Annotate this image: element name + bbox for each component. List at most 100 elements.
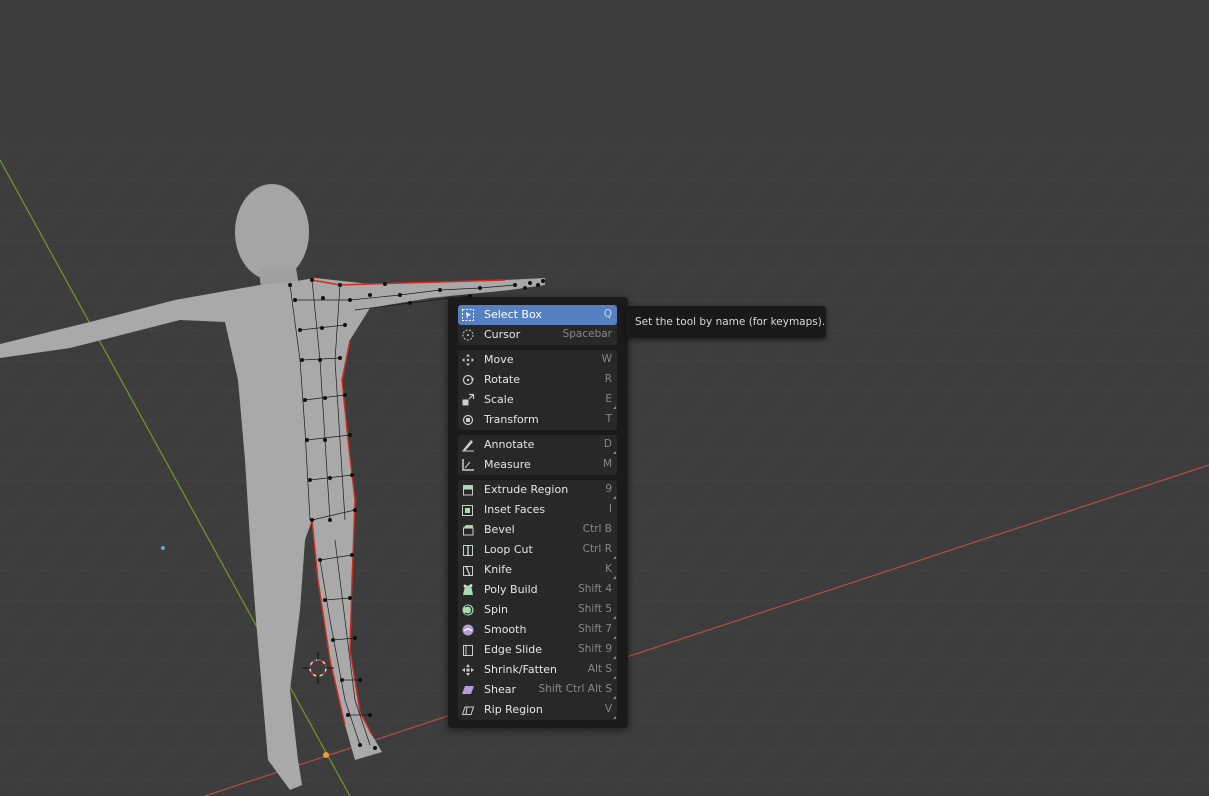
menu-item-transform[interactable]: Transform T xyxy=(458,410,617,430)
knife-icon xyxy=(461,563,475,577)
menu-item-cursor[interactable]: Cursor Spacebar xyxy=(458,325,617,345)
scale-icon xyxy=(461,393,475,407)
shortcut-label: K xyxy=(605,563,612,575)
menu-item-label: Shrink/Fatten xyxy=(484,663,558,676)
submenu-corner-icon xyxy=(613,716,616,719)
menu-item-bevel[interactable]: Bevel Ctrl B xyxy=(458,520,617,540)
menu-item-label: Smooth xyxy=(484,623,527,636)
shortcut-label: Q xyxy=(603,308,612,320)
menu-item-rip-region[interactable]: Rip Region V xyxy=(458,700,617,720)
menu-item-label: Cursor xyxy=(484,328,521,341)
menu-item-label: Move xyxy=(484,353,514,366)
tooltip: Set the tool by name (for keymaps). xyxy=(626,306,826,338)
menu-item-label: Bevel xyxy=(484,523,515,536)
shortcut-label: E xyxy=(605,393,612,405)
shortcut-label: T xyxy=(605,413,612,425)
select-box-icon xyxy=(461,308,475,322)
shortcut-label: Alt S xyxy=(587,663,612,675)
menu-item-shrink-fatten[interactable]: Shrink/Fatten Alt S xyxy=(458,660,617,680)
edge-slide-icon xyxy=(461,643,475,657)
menu-item-label: Scale xyxy=(484,393,514,406)
rip-region-icon xyxy=(461,703,475,717)
menu-item-scale[interactable]: Scale E xyxy=(458,390,617,410)
shortcut-label: M xyxy=(602,458,612,470)
menu-item-label: Transform xyxy=(484,413,539,426)
extrude-region-icon xyxy=(461,483,475,497)
cursor-icon xyxy=(461,328,475,342)
character-head xyxy=(235,184,309,280)
submenu-corner-icon xyxy=(613,451,616,454)
menu-item-label: Rotate xyxy=(484,373,521,386)
shrink-fatten-icon xyxy=(461,663,475,677)
submenu-corner-icon xyxy=(613,676,616,679)
poly-build-icon xyxy=(461,583,475,597)
shortcut-label: I xyxy=(608,503,612,515)
shortcut-label: Shift 7 xyxy=(578,623,612,635)
menu-item-rotate[interactable]: Rotate R xyxy=(458,370,617,390)
tool-menu: Select Box Q Cursor Spacebar Move W Rota… xyxy=(448,297,628,728)
shear-icon xyxy=(461,683,475,697)
submenu-corner-icon xyxy=(613,406,616,409)
menu-item-label: Rip Region xyxy=(484,703,543,716)
menu-item-label: Loop Cut xyxy=(484,543,533,556)
shortcut-label: Ctrl B xyxy=(582,523,612,535)
shortcut-label: 9 xyxy=(605,483,612,495)
shortcut-label: R xyxy=(604,373,612,385)
menu-item-label: Knife xyxy=(484,563,512,576)
shortcut-label: V xyxy=(604,703,612,715)
spin-icon xyxy=(461,603,475,617)
shortcut-label: Shift 4 xyxy=(578,583,612,595)
menu-item-label: Annotate xyxy=(484,438,535,451)
menu-item-label: Measure xyxy=(484,458,531,471)
shortcut-label: Spacebar xyxy=(562,328,612,340)
submenu-corner-icon xyxy=(613,636,616,639)
shortcut-label: W xyxy=(601,353,612,365)
shortcut-label: Shift Ctrl Alt S xyxy=(538,683,612,695)
menu-item-label: Shear xyxy=(484,683,516,696)
shortcut-label: Shift 5 xyxy=(578,603,612,615)
menu-item-loop-cut[interactable]: Loop Cut Ctrl R xyxy=(458,540,617,560)
smooth-icon xyxy=(461,623,475,637)
transform-icon xyxy=(461,413,475,427)
menu-item-extrude-region[interactable]: Extrude Region 9 xyxy=(458,480,617,500)
menu-item-label: Edge Slide xyxy=(484,643,543,656)
loop-cut-icon xyxy=(461,543,475,557)
menu-item-label: Inset Faces xyxy=(484,503,546,516)
shortcut-label: D xyxy=(603,438,612,450)
menu-group-select: Select Box Q Cursor Spacebar xyxy=(458,305,617,345)
menu-item-edge-slide[interactable]: Edge Slide Shift 9 xyxy=(458,640,617,660)
measure-icon xyxy=(461,458,475,472)
inset-faces-icon xyxy=(461,503,475,517)
menu-item-smooth[interactable]: Smooth Shift 7 xyxy=(458,620,617,640)
submenu-corner-icon xyxy=(613,496,616,499)
submenu-corner-icon xyxy=(613,616,616,619)
menu-group-annotate: Annotate D Measure M xyxy=(458,435,617,475)
menu-item-measure[interactable]: Measure M xyxy=(458,455,617,475)
menu-item-annotate[interactable]: Annotate D xyxy=(458,435,617,455)
annotate-icon xyxy=(461,438,475,452)
submenu-corner-icon xyxy=(613,696,616,699)
light-object-dot xyxy=(161,546,165,550)
menu-item-spin[interactable]: Spin Shift 5 xyxy=(458,600,617,620)
menu-item-poly-build[interactable]: Poly Build Shift 4 xyxy=(458,580,617,600)
shortcut-label: Shift 9 xyxy=(578,643,612,655)
shortcut-label: Ctrl R xyxy=(582,543,612,555)
menu-item-label: Poly Build xyxy=(484,583,538,596)
menu-item-move[interactable]: Move W xyxy=(458,350,617,370)
menu-item-inset-faces[interactable]: Inset Faces I xyxy=(458,500,617,520)
submenu-corner-icon xyxy=(613,656,616,659)
move-icon xyxy=(461,353,475,367)
menu-item-select-box[interactable]: Select Box Q xyxy=(458,305,617,325)
rotate-icon xyxy=(461,373,475,387)
submenu-corner-icon xyxy=(613,556,616,559)
menu-group-mesh-tools: Extrude Region 9 Inset Faces I Bevel Ctr… xyxy=(458,480,617,720)
tooltip-text: Set the tool by name (for keymaps). xyxy=(635,316,826,328)
bevel-icon xyxy=(461,523,475,537)
menu-item-knife[interactable]: Knife K xyxy=(458,560,617,580)
menu-item-shear[interactable]: Shear Shift Ctrl Alt S xyxy=(458,680,617,700)
menu-item-label: Spin xyxy=(484,603,508,616)
menu-item-label: Select Box xyxy=(484,308,542,321)
menu-group-transform: Move W Rotate R Scale E Transform T xyxy=(458,350,617,430)
submenu-corner-icon xyxy=(613,576,616,579)
menu-item-label: Extrude Region xyxy=(484,483,569,496)
